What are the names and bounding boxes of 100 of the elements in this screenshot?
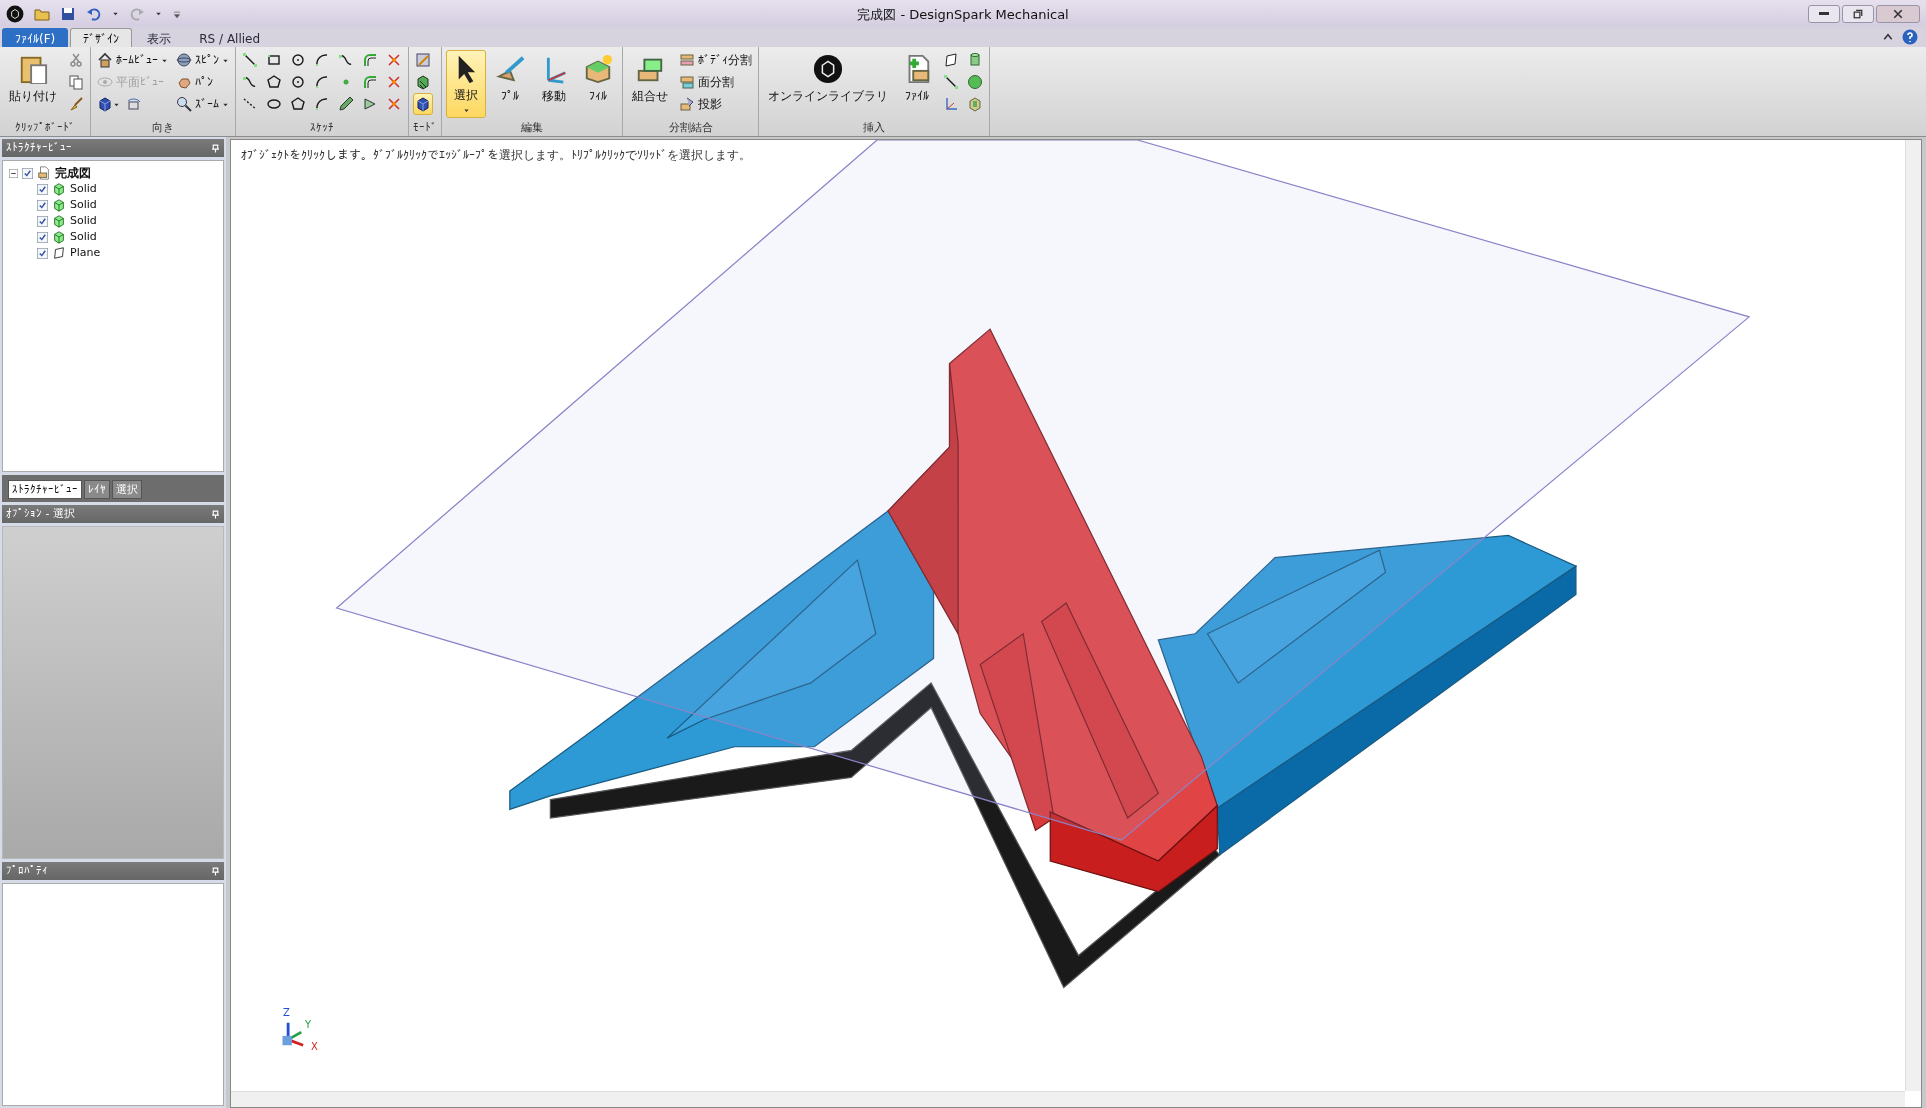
ribbon-button[interactable]: 選択 [446, 50, 486, 118]
checkbox[interactable] [37, 247, 48, 259]
split-body-icon [679, 52, 695, 68]
offset-icon [362, 52, 378, 68]
restore-button[interactable] [1842, 4, 1874, 23]
ribbon-tab[interactable]: ﾃﾞｻﾞｲﾝ [70, 28, 133, 47]
ribbon-button[interactable]: ﾎﾞﾃﾞｨ分割 [677, 50, 754, 70]
cube-button[interactable] [413, 93, 433, 115]
ribbon-button[interactable]: ｽﾋﾟﾝ [174, 50, 231, 70]
vertical-scrollbar[interactable] [1905, 140, 1921, 1091]
ribbon-button[interactable]: オンラインライブラリ [763, 50, 893, 118]
checkbox[interactable] [22, 167, 33, 179]
cube-icon [415, 96, 431, 112]
tree-item[interactable]: Solid [70, 196, 97, 214]
projection-icon [679, 96, 695, 112]
cube-icon [52, 198, 66, 212]
horizontal-scrollbar[interactable] [231, 1091, 1905, 1107]
hatched-cube-icon [415, 74, 431, 90]
split-face-icon [679, 74, 695, 90]
ribbon-button[interactable]: 貼り付け [4, 50, 62, 118]
rectangle-icon [266, 52, 282, 68]
arc-icon [314, 74, 330, 90]
magnifier-icon [176, 96, 192, 112]
ribbon-button[interactable]: ﾌﾟﾙ [490, 50, 530, 118]
caret-icon [112, 10, 119, 17]
tree-item[interactable]: Solid [70, 228, 97, 246]
plane-icon [943, 52, 959, 68]
axis-label: Y [305, 1018, 312, 1032]
expander-icon[interactable] [9, 168, 18, 178]
group-label: ｸﾘｯﾌﾟﾎﾞｰﾄﾞ [14, 120, 76, 136]
checkbox[interactable] [37, 199, 48, 211]
panel-title: ﾌﾟﾛﾊﾟﾃｨ [6, 862, 48, 879]
pin-icon[interactable] [211, 143, 220, 153]
panel-tab[interactable]: ｽﾄﾗｸﾁｬｰﾋﾞｭｰ [8, 480, 82, 499]
ball-icon [967, 74, 983, 90]
checkbox[interactable] [37, 215, 48, 227]
ribbon-button[interactable]: 組合せ [627, 50, 673, 118]
cross-icon [386, 52, 402, 68]
group-label: 向き [151, 120, 175, 136]
ribbon-button[interactable]: ｽﾞｰﾑ [174, 94, 231, 114]
ribbon-button[interactable]: ﾎｰﾑﾋﾞｭｰ [95, 50, 170, 70]
group-label: ｽｹｯﾁ [309, 120, 335, 136]
close-button[interactable] [1876, 4, 1920, 23]
curve-icon [338, 52, 354, 68]
ribbon-tab[interactable]: ﾌｧｲﾙ(F) [2, 28, 69, 47]
pencil-grid-icon [415, 52, 431, 68]
scissors-icon [68, 52, 84, 68]
line-icon [242, 52, 258, 68]
group-label: 挿入 [862, 120, 886, 136]
minimize-icon [1819, 12, 1829, 15]
group-label: 分割結合 [667, 120, 714, 136]
arc-icon [314, 52, 330, 68]
panel-title: ｽﾄﾗｸﾁｬｰﾋﾞｭｰ [6, 139, 72, 156]
cube-badge-icon[interactable] [6, 4, 24, 23]
ribbon-button[interactable]: 面分割 [677, 72, 736, 92]
ribbon-tab[interactable]: 表示 [134, 28, 185, 47]
line-icon [943, 74, 959, 90]
ribbon-button[interactable]: 投影 [677, 94, 724, 114]
minimize-button[interactable] [1808, 4, 1840, 23]
cube-icon [52, 214, 66, 228]
triangle-icon [362, 96, 378, 112]
cross-icon [386, 74, 402, 90]
restore-icon [1853, 8, 1863, 19]
customize-icon[interactable] [172, 8, 182, 19]
group-label: 編集 [520, 120, 544, 136]
window-title: 完成図 - DesignSpark Mechanical [857, 7, 1069, 22]
pull-arrow-icon [495, 54, 525, 84]
cube-icon [97, 96, 113, 112]
tree-item[interactable]: Solid [70, 212, 97, 230]
panel-title: ｵﾌﾟｼｮﾝ - 選択 [6, 505, 75, 522]
ribbon-button[interactable]: ﾌｨﾙ [578, 50, 618, 118]
status-hint: ｵﾌﾞｼﾞｪｸﾄをｸﾘｯｸします。ﾀﾞﾌﾞﾙｸﾘｯｸでｴｯｼﾞﾙｰﾌﾟを選択します。ﾄﾘﾌﾟﾙｸﾘｯｸでｿﾘｯﾄﾞを選択します。 [241, 147, 751, 164]
pin-icon[interactable] [211, 509, 220, 519]
curve-icon [242, 74, 258, 90]
ribbon-tab[interactable]: RS / Allied [186, 28, 274, 47]
arc-icon [314, 96, 330, 112]
close-icon [1893, 8, 1903, 19]
fill-box-icon [583, 54, 613, 84]
tree-item[interactable]: Plane [70, 244, 101, 262]
shell-icon [967, 96, 983, 112]
brush-icon [68, 96, 84, 112]
ribbon-button[interactable]: ﾊﾟﾝ [174, 72, 215, 92]
offset-icon [362, 74, 378, 90]
caret-icon [462, 107, 470, 114]
circle-icon [290, 52, 306, 68]
tree-item[interactable]: Solid [70, 180, 97, 198]
clipboard-icon [18, 54, 48, 84]
checkbox[interactable] [37, 183, 48, 195]
checkbox[interactable] [37, 231, 48, 243]
house-icon [97, 52, 113, 68]
ellipse-icon [266, 96, 282, 112]
polygon-icon [266, 74, 282, 90]
ribbon-button[interactable]: 移動 [534, 50, 574, 118]
tree-item[interactable]: 完成図 [55, 164, 91, 182]
pin-icon[interactable] [211, 866, 220, 876]
help-icon[interactable] [1902, 29, 1918, 45]
group-label: ﾓｰﾄﾞ [413, 120, 437, 136]
ribbon-button[interactable]: ﾌｧｲﾙ [897, 50, 937, 118]
box-rotate-icon [126, 96, 142, 112]
eye-icon [97, 74, 113, 90]
